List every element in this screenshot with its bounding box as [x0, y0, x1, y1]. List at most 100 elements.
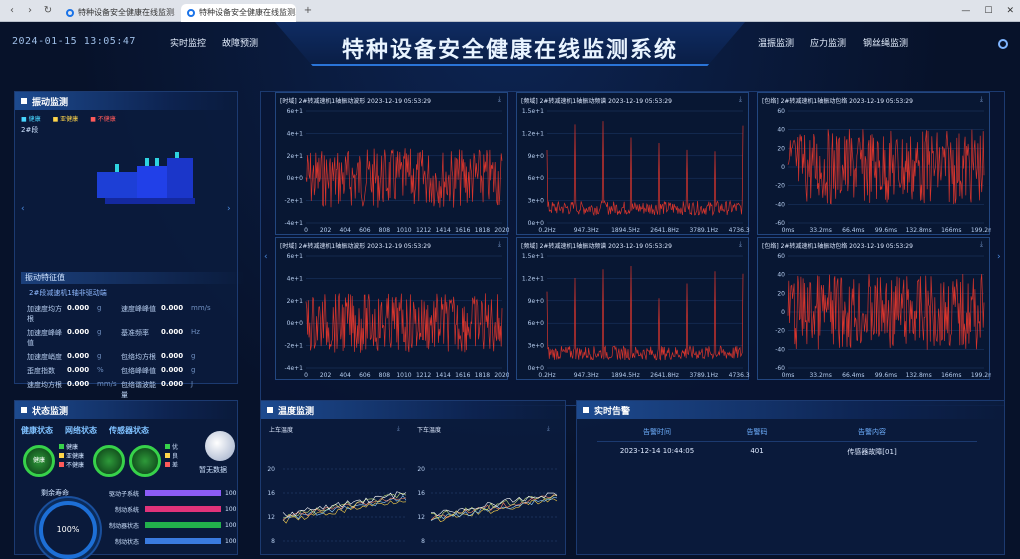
- x-tick-label: 1818: [475, 372, 490, 379]
- bar-track: [145, 522, 221, 528]
- y-tick-label: -4e+1: [284, 365, 303, 372]
- page-title: 特种设备安全健康在线监测系统: [341, 38, 678, 63]
- download-icon[interactable]: ⤓: [397, 425, 400, 433]
- next-arrow-icon[interactable]: ›: [227, 204, 231, 214]
- y-tick-label: -20: [775, 183, 785, 190]
- dashboard: 2024-01-15 13:05:47 实时监控 故障预测 特种设备安全健康在线…: [0, 22, 1020, 559]
- back-icon[interactable]: ‹: [6, 5, 18, 17]
- x-tick-label: 66.4ms: [842, 372, 864, 379]
- x-tick-label: 166ms: [941, 372, 961, 379]
- vibration-chart: [时域] 2#转减速机1轴振动波形 2023-12-19 05:53:29 ⤓ -4…: [275, 92, 509, 235]
- download-icon[interactable]: ⤓: [498, 95, 501, 104]
- x-tick-label: 404: [339, 227, 351, 234]
- download-icon[interactable]: ⤓: [739, 240, 742, 249]
- new-tab-icon[interactable]: +: [302, 5, 314, 17]
- motor-model-icon[interactable]: [95, 152, 205, 212]
- square-icon: [267, 407, 273, 413]
- feature-value: 0.000: [67, 328, 90, 336]
- tab-favicon-icon: [187, 8, 195, 17]
- feature-key: 加速度均方根: [27, 305, 62, 323]
- life-gauge: 100%: [39, 501, 97, 559]
- download-icon[interactable]: ⤓: [980, 95, 983, 104]
- y-tick-label: 0e+0: [528, 220, 545, 227]
- alarm-time: 2023-12-14 10:44:05: [619, 447, 695, 455]
- feature-value: 0.000: [67, 304, 90, 312]
- settings-icon[interactable]: [998, 39, 1008, 49]
- alarm-table-header: 告警时间 告警码 告警内容: [597, 427, 977, 442]
- x-tick-label: 1414: [436, 372, 451, 379]
- browser-tab-1[interactable]: 特种设备安全健康在线监测系统-✕: [60, 4, 175, 22]
- download-icon[interactable]: ⤓: [980, 240, 983, 249]
- topbar: 2024-01-15 13:05:47 实时监控 故障预测 特种设备安全健康在线…: [0, 22, 1020, 66]
- x-tick-label: 606: [359, 372, 371, 379]
- close-window-icon[interactable]: ✕: [1006, 6, 1014, 16]
- series-line: [787, 129, 985, 205]
- x-tick-label: 2020: [494, 372, 509, 379]
- panel-header: 实时告警: [577, 401, 1004, 419]
- feature-title: 振动特征值: [21, 272, 245, 284]
- download-icon[interactable]: ⤓: [547, 425, 550, 433]
- y-tick-label: 0e+0: [528, 365, 545, 372]
- panel-header: 振动监测: [15, 92, 237, 110]
- table-row[interactable]: 2023-12-14 10:44:05 401 传感器故障[01]: [597, 442, 977, 457]
- y-tick-label: 16: [267, 490, 275, 497]
- series-line: [546, 121, 744, 217]
- refresh-icon[interactable]: ↻: [42, 5, 54, 17]
- x-tick-label: 66.4ms: [842, 227, 864, 234]
- download-icon[interactable]: ⤓: [498, 240, 501, 249]
- col-code: 告警码: [746, 428, 768, 436]
- bar-value: 100: [225, 505, 237, 513]
- nav-stress[interactable]: 应力监测: [810, 36, 846, 49]
- y-tick-label: 3e+0: [528, 198, 545, 205]
- feature-unit: g: [97, 304, 102, 312]
- nav-temp-vibration[interactable]: 温振监测: [758, 36, 794, 49]
- col-time: 告警时间: [643, 428, 671, 436]
- prev-arrow-icon[interactable]: ‹: [21, 204, 25, 214]
- next-chart-icon[interactable]: ›: [997, 252, 1001, 262]
- bar-label: 制动状态: [114, 538, 139, 546]
- status-panel: 状态监测 健康状态 网络状态 传感器状态 健康 健康 亚健康 不健康 优 良 差…: [14, 400, 238, 559]
- x-tick-label: 132.8ms: [906, 227, 932, 234]
- forward-icon[interactable]: ›: [24, 5, 36, 17]
- x-tick-label: 1616: [455, 372, 470, 379]
- y-tick-label: 6e+1: [287, 253, 304, 260]
- feature-key: 包络均方根: [121, 353, 156, 361]
- feature-subtitle: 2#段减速机1轴非驱动端: [29, 289, 107, 297]
- x-tick-label: 1212: [416, 372, 431, 379]
- x-tick-label: 1010: [396, 372, 411, 379]
- chart-plot: -60 -40 -20 0 20 40 60 0ms 33.2ms 66.4ms 99.6ms 132…: [775, 253, 991, 379]
- x-tick-label: 1010: [396, 227, 411, 234]
- browser-tab-2[interactable]: 特种设备安全健康在线监测系统✕: [181, 3, 296, 22]
- nav-fault-predict[interactable]: 故障预测: [222, 36, 258, 49]
- y-tick-label: 6e+1: [287, 108, 304, 115]
- y-tick-label: 8: [271, 538, 275, 545]
- chart-plot: 0e+0 3e+0 6e+0 9e+0 1.2e+1 1.5e+1 0.2Hz 947.3Hz…: [522, 108, 750, 234]
- download-icon[interactable]: ⤓: [739, 95, 742, 104]
- feature-unit: mm/s: [191, 304, 211, 312]
- nav-wire-rope[interactable]: 钢丝绳监测: [863, 36, 908, 49]
- square-icon: [21, 407, 27, 413]
- y-tick-label: 2e+1: [287, 298, 304, 305]
- x-tick-label: 33.2ms: [809, 372, 831, 379]
- datetime: 2024-01-15 13:05:47: [12, 36, 136, 47]
- feature-key: 包络峰峰值: [121, 367, 156, 375]
- feature-value: 0.000: [67, 380, 90, 388]
- maximize-icon[interactable]: ☐: [984, 6, 992, 16]
- chart-title: [频域] 2#转减速机1轴振动频谱 2023-12-19 05:53:29: [521, 98, 672, 105]
- y-tick-label: 0: [781, 309, 785, 316]
- y-tick-label: 60: [777, 108, 785, 115]
- device-label: 2#段: [21, 126, 39, 134]
- health-ring: 健康: [23, 445, 55, 477]
- feature-unit: g: [191, 366, 196, 374]
- y-tick-label: 9e+0: [528, 153, 545, 160]
- bar-value: 100: [225, 521, 237, 529]
- square-icon: [583, 407, 589, 413]
- feature-key: 歪度指数: [27, 367, 55, 375]
- minimize-icon[interactable]: —: [961, 6, 970, 16]
- subsystem-bar: 制动器状态 100: [99, 517, 249, 533]
- nav-realtime[interactable]: 实时监控: [170, 36, 206, 49]
- prev-chart-icon[interactable]: ‹: [264, 252, 268, 262]
- chart-title: [时域] 2#转减速机1轴振动波形 2023-12-19 05:53:29: [280, 98, 431, 105]
- y-tick-label: 3e+0: [528, 343, 545, 350]
- x-tick-label: 99.6ms: [875, 372, 897, 379]
